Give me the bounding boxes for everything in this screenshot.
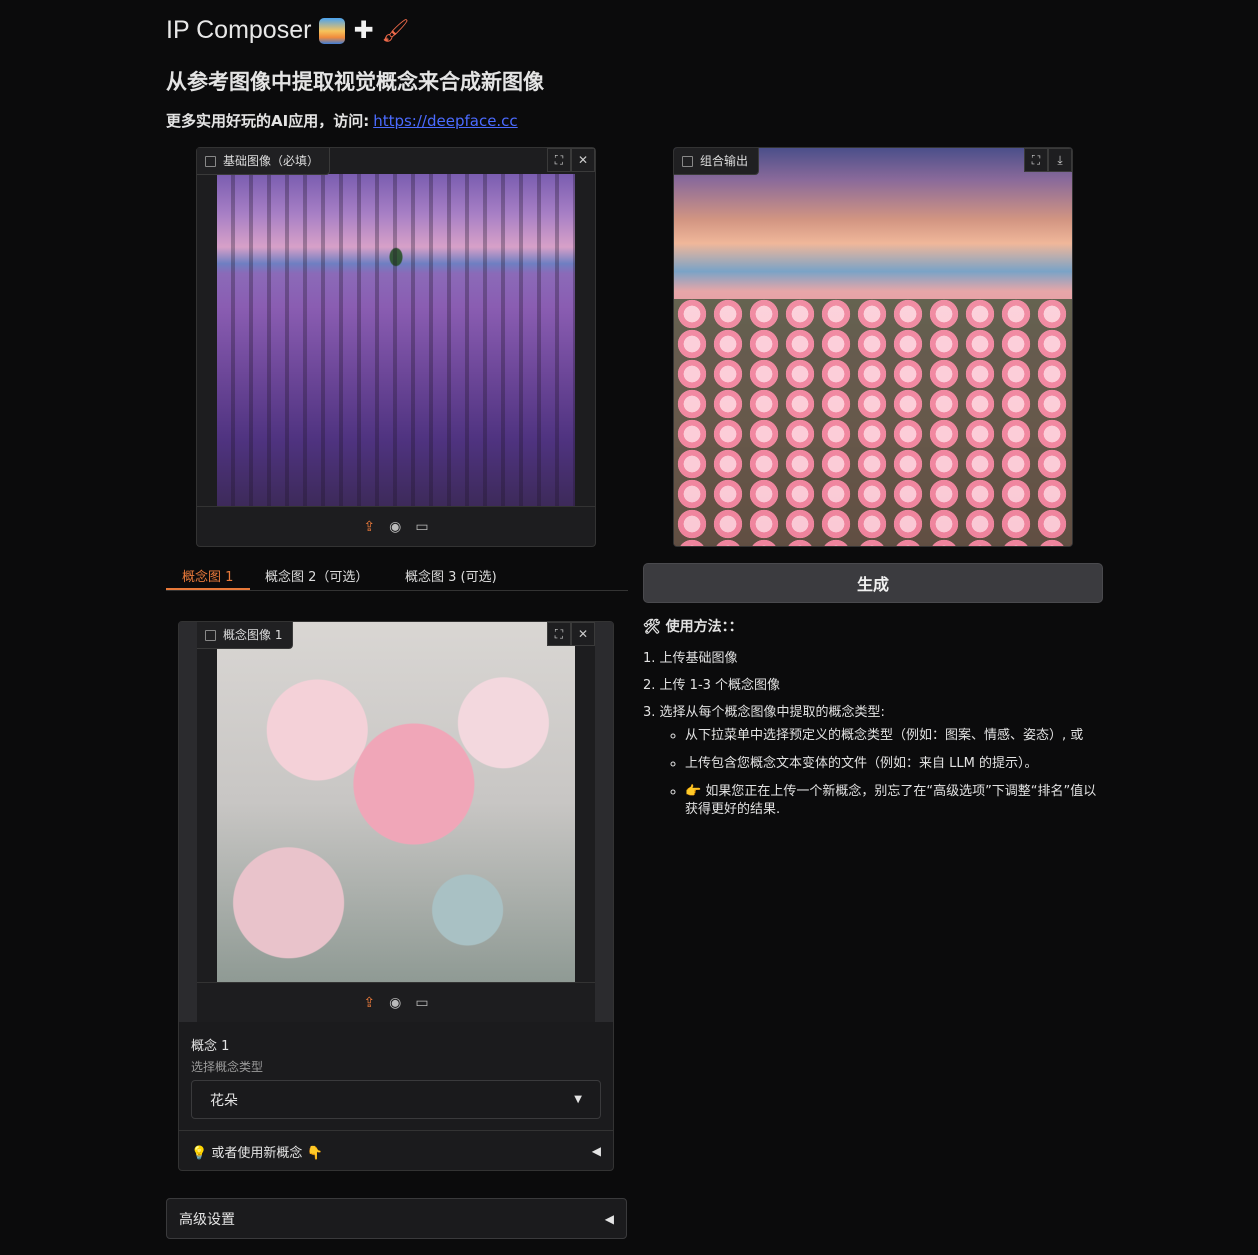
- deepface-link[interactable]: https://deepface.cc: [373, 112, 517, 130]
- fullscreen-icon[interactable]: ⛶: [547, 622, 571, 646]
- usage-title: 🛠 使用方法：：: [643, 619, 743, 635]
- usage-bullet-1: 从下拉菜单中选择预定义的概念类型（例如：图案、情感、姿态）, 或: [685, 727, 1103, 745]
- collapse-arrow-icon: ◀: [591, 1144, 601, 1158]
- tab-concept-2[interactable]: 概念图 2（可选）: [265, 566, 368, 585]
- sunrise-icon: [319, 17, 346, 44]
- concept-type-value: 花朵: [210, 1092, 238, 1109]
- tab-concept-3[interactable]: 概念图 3 (可选): [405, 566, 497, 585]
- new-concept-title: 💡 或者使用新概念 👇: [191, 1145, 323, 1161]
- tabs-divider: [166, 590, 628, 591]
- base-image: [217, 174, 575, 506]
- concept-image-source-bar: ⇪ ◉ ▭: [197, 982, 595, 1023]
- upload-icon[interactable]: ⇪: [363, 519, 375, 535]
- more-apps-text: 更多实用好玩的AI应用，访问:: [166, 112, 370, 130]
- usage-instructions: 🛠 使用方法：： 1. 上传基础图像 2. 上传 1-3 个概念图像 3. 选择…: [643, 620, 1103, 829]
- base-image-label: 基础图像（必填）: [197, 148, 331, 175]
- page-subtitle: 从参考图像中提取视觉概念来合成新图像: [166, 70, 544, 94]
- output-image-panel: 组合输出 ⛶ ⤓: [673, 147, 1073, 547]
- concept-type-label: 选择概念类型: [191, 1060, 264, 1074]
- app-title-text: IP Composer: [166, 16, 312, 44]
- usage-bullets: 从下拉菜单中选择预定义的概念类型（例如：图案、情感、姿态）, 或 上传包含您概念…: [643, 727, 1103, 819]
- collapse-arrow-icon: ◀: [604, 1211, 614, 1226]
- upload-icon[interactable]: ⇪: [363, 995, 375, 1011]
- image-icon: [682, 156, 693, 167]
- usage-bullet-2: 上传包含您概念文本变体的文件（例如：来自 LLM 的提示）。: [685, 755, 1103, 773]
- image-icon: [205, 630, 216, 641]
- concept-type-select[interactable]: 花朵 ▼: [191, 1080, 601, 1119]
- tab-concept-1[interactable]: 概念图 1: [182, 566, 233, 585]
- point-down-icon: 👇: [306, 1145, 323, 1161]
- output-image: [674, 148, 1072, 546]
- fullscreen-icon[interactable]: ⛶: [547, 148, 571, 172]
- clipboard-icon[interactable]: ▭: [415, 519, 428, 535]
- advanced-settings-accordion[interactable]: 高级设置 ◀: [166, 1198, 627, 1239]
- concept-image: [217, 622, 575, 982]
- webcam-icon[interactable]: ◉: [389, 519, 401, 535]
- concept-image-panel[interactable]: 概念图像 1 ⛶ ✕ ⇪ ◉ ▭: [179, 622, 613, 1022]
- advanced-settings-title: 高级设置: [179, 1211, 235, 1228]
- base-image-source-bar: ⇪ ◉ ▭: [197, 506, 595, 547]
- usage-step-1: 1. 上传基础图像: [643, 651, 738, 666]
- base-image-panel[interactable]: 基础图像（必填） ⛶ ✕ ⇪ ◉ ▭: [196, 147, 596, 547]
- fullscreen-icon[interactable]: ⛶: [1024, 148, 1048, 172]
- concept-image-label: 概念图像 1: [197, 622, 294, 649]
- tools-icon: 🛠: [643, 619, 661, 635]
- dropdown-caret-icon: ▼: [574, 1094, 582, 1105]
- close-icon[interactable]: ✕: [571, 148, 595, 172]
- webcam-icon[interactable]: ◉: [389, 995, 401, 1011]
- bulb-icon: 💡: [191, 1145, 208, 1161]
- image-icon: [205, 156, 216, 167]
- usage-step-3: 3. 选择从每个概念图像中提取的概念类型:: [643, 705, 885, 720]
- clipboard-icon[interactable]: ▭: [415, 995, 428, 1011]
- download-icon[interactable]: ⤓: [1048, 148, 1072, 172]
- more-apps-line: 更多实用好玩的AI应用，访问: https://deepface.cc: [166, 110, 518, 131]
- paintbrush-icon: 🖌: [381, 17, 410, 43]
- new-concept-accordion[interactable]: 💡 或者使用新概念 👇 ◀: [179, 1131, 613, 1171]
- generate-button[interactable]: 生成: [643, 563, 1103, 603]
- usage-bullet-3: 👉 如果您正在上传一个新概念，别忘了在“高级选项”下调整“排名”值以获得更好的结…: [685, 783, 1103, 819]
- point-right-icon: 👉: [685, 784, 706, 799]
- usage-step-2: 2. 上传 1-3 个概念图像: [643, 678, 781, 693]
- app-title: IP Composer ✚ 🖌: [166, 16, 409, 45]
- output-image-label: 组合输出: [674, 148, 760, 175]
- plus-icon: ✚: [353, 17, 374, 44]
- concept-name: 概念 1: [191, 1039, 230, 1054]
- close-icon[interactable]: ✕: [571, 622, 595, 646]
